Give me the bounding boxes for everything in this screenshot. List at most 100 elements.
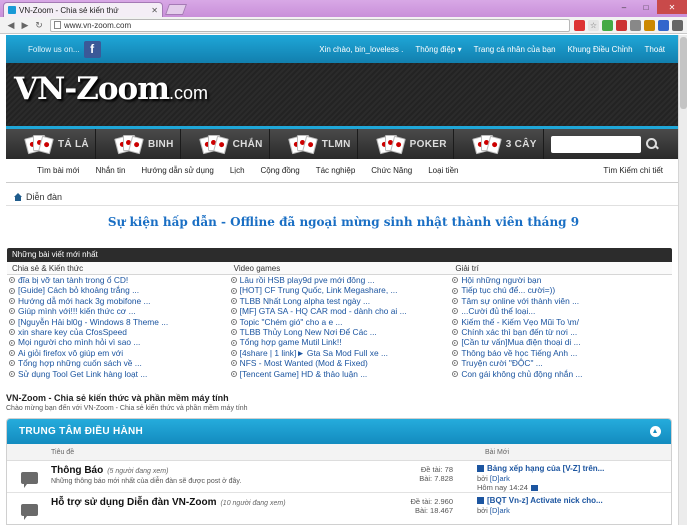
star-icon[interactable]: ☆ [588,19,599,31]
menu-new-posts[interactable]: Tìm bài mới [6,166,88,175]
game-ta-la[interactable]: TÁ LẢ [6,129,96,159]
list-item[interactable]: Mọi người cho mình hỏi vì sao ... [7,337,229,347]
list-item[interactable]: Sử dụng Tool Get Link hàng loạt ... [7,369,229,379]
list-item[interactable]: [MF] GTA SA - HQ CAR mod - dành cho ai .… [229,306,451,316]
list-item[interactable]: Tâm sự online với thành viên ... [450,296,672,306]
extension-icon[interactable] [574,19,585,31]
scrollbar-thumb[interactable] [680,37,687,109]
address-bar[interactable]: www.vn-zoom.com [50,18,570,32]
extension-icon[interactable] [658,19,669,31]
bullet-icon [452,318,459,325]
list-item[interactable]: Giúp mình với!!! kiến thức cơ ... [7,306,229,316]
new-tab-button[interactable] [164,4,188,15]
extension-icon[interactable] [616,19,627,31]
forum-name[interactable]: Hỗ trợ sử dụng Diễn đàn VN-Zoom (10 người… [51,497,286,508]
header-search-input[interactable] [551,135,641,153]
section-title: TRUNG TÂM ĐIỀU HÀNH [19,426,144,437]
bullet-icon [230,297,237,304]
section-header[interactable]: TRUNG TÂM ĐIỀU HÀNH [7,419,671,444]
column-title[interactable]: Giải trí [450,262,673,275]
forum-bubble-icon [21,472,38,488]
game-binh[interactable]: BINH [96,129,181,159]
game-3-cay[interactable]: 3 CÂY [454,129,544,159]
list-item[interactable]: xin share key của CfosSpeed [7,327,229,337]
list-item[interactable]: Tiếp tục chú để... cười=)) [450,285,672,295]
address-toolbar: ◀ ▶ ↻ www.vn-zoom.com ☆ [0,17,687,34]
messages-link[interactable]: Thông điệp ▾ [415,45,461,54]
list-item[interactable]: TLBB Thủy Long New Nơi Để Các ... [229,327,451,337]
game-chan[interactable]: CHẮN [181,129,270,159]
list-item[interactable]: [Nguyễn Hải bl0g - Windows 8 Theme ... [7,317,229,327]
menu-help[interactable]: Hướng dẫn sử dụng [133,166,221,175]
menu-calendar[interactable]: Lịch [222,166,253,175]
advanced-search-link[interactable]: Tìm Kiếm chi tiết [603,166,663,175]
usercp-link[interactable]: Khung Điều Chỉnh [568,45,633,54]
list-item[interactable]: ...Cười đủ thể loại... [450,306,672,316]
profile-link[interactable]: Trang cá nhân của bạn [474,45,556,54]
game-poker[interactable]: POKER [358,129,454,159]
list-item[interactable]: TLBB Nhất Long alpha test ngày ... [229,296,451,306]
bullet-icon [9,349,15,356]
list-item[interactable]: Truyện cười "ĐỘC" ... [450,358,672,368]
maximize-button[interactable]: □ [635,0,657,14]
browser-tab[interactable]: VN-Zoom - Chia sẻ kiến thứ ✕ [3,2,163,17]
menu-community[interactable]: Cộng đồng [253,166,308,175]
page-scrollbar[interactable] [678,35,687,525]
column-title[interactable]: Video games [228,262,451,275]
list-item[interactable]: Thông báo về học Tiếng Anh ... [450,348,672,358]
list-item[interactable]: Ai giỏi firefox vô giúp em với [7,348,229,358]
list-item[interactable]: [HOT] CF Trung Quốc, Link Megashare, ... [229,285,451,295]
list-item[interactable]: NFS - Most Wanted (Mod & Fixed) [229,358,451,368]
list-item[interactable]: Tổng hợp game Mutil Link!! [229,337,451,347]
list-item[interactable]: Topic "Chém gió" cho a e ... [229,317,451,327]
last-post-author[interactable]: [D]ark [490,474,510,483]
extension-icon[interactable] [644,19,655,31]
list-item[interactable]: Hướng dẫ mới hack 3g mobifone ... [7,296,229,306]
list-item[interactable]: Tổng hợp những cuốn sách về ... [7,358,229,368]
event-banner[interactable]: Sự kiện hấp dẫn - Offline đã ngoại mừng … [0,215,687,229]
menu-messages[interactable]: Nhắn tin [88,166,134,175]
menu-features[interactable]: Chức Năng [363,166,420,175]
list-item[interactable]: [Tencent Game] HD & thảo luận ... [229,369,451,379]
last-post-title[interactable]: [BQT Vn-z] Activate nick cho... [477,496,671,506]
site-logo[interactable]: VN-Zoom.com [14,71,208,107]
extension-icon[interactable] [630,19,641,31]
collapse-icon[interactable] [650,426,661,437]
menu-actions[interactable]: Tác nghiệp [308,166,364,175]
greeting-link[interactable]: Xin chào, bin_loveless . [319,45,403,54]
list-item[interactable]: đĩa bị vỡ tan tành trong ổ CD! [7,275,229,285]
wrench-icon[interactable] [672,19,683,31]
list-item[interactable]: Chính xác thì bạn đến từ nơi ... [450,327,672,337]
close-tab-icon[interactable]: ✕ [151,6,158,15]
home-icon[interactable] [14,193,22,201]
list-item[interactable]: Hội những người bạn [450,275,672,285]
extension-icons: ☆ [574,19,683,31]
last-post-author[interactable]: [D]ark [490,506,510,515]
bullet-icon [9,339,15,346]
column-title[interactable]: Chia sẻ & Kiến thức [7,262,229,275]
cards-icon [24,133,54,155]
browser-tabbar: VN-Zoom - Chia sẻ kiến thứ ✕ – □ ✕ [0,0,687,17]
reload-icon[interactable]: ↻ [32,20,46,31]
go-to-post-icon[interactable] [530,485,538,491]
minimize-button[interactable]: – [613,0,635,14]
close-window-button[interactable]: ✕ [657,0,687,14]
list-item[interactable]: [4share | 1 link]► Gta Sa Mod Full xe ..… [229,348,451,358]
list-item[interactable]: Lâu rồi HSB play9d pve mới đông ... [229,275,451,285]
forward-icon[interactable]: ▶ [18,20,32,31]
list-item[interactable]: Con gái không chủ động nhắn ... [450,369,672,379]
back-icon[interactable]: ◀ [4,20,18,31]
list-item[interactable]: Kiếm thế - Kiếm Vẹo Mũi To \m/ [450,317,672,327]
menu-currency[interactable]: Loại tiền [420,166,466,175]
list-item[interactable]: [Guide] Cách bỏ khoảng trắng ... [7,285,229,295]
breadcrumb-forum[interactable]: Diễn đàn [26,192,62,202]
forum-name[interactable]: Thông Báo (5 người đang xem) [51,465,168,476]
facebook-icon[interactable]: f [83,40,101,58]
logout-link[interactable]: Thoát [645,45,665,54]
game-tlmn[interactable]: TLMN [270,129,358,159]
bullet-icon [230,287,237,294]
list-item[interactable]: [Cần tư vấn]Mua điện thoại di ... [450,337,672,347]
extension-icon[interactable] [602,19,613,31]
last-post-title[interactable]: Bảng xếp hạng của [V-Z] trên... [477,464,671,474]
search-icon[interactable] [645,137,659,151]
